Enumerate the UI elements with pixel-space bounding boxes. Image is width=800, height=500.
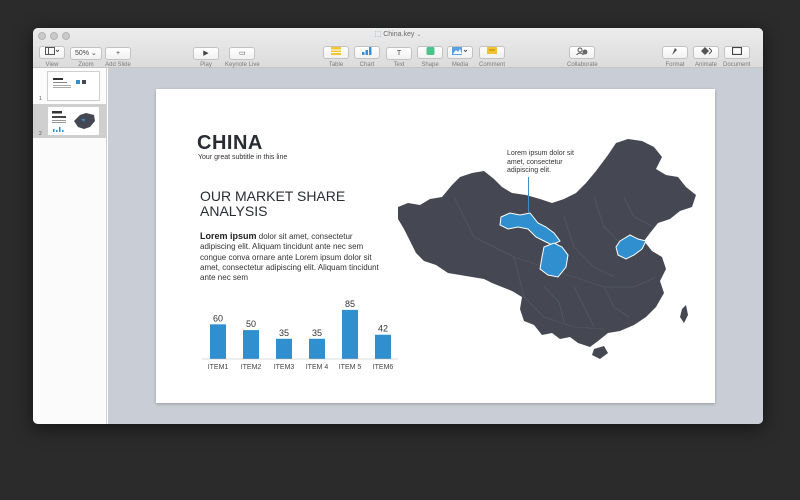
category-label: ITEM2	[241, 364, 262, 371]
bar-6[interactable]	[375, 334, 391, 359]
bar-value-label: 85	[345, 299, 355, 309]
category-label: ITEM6	[373, 364, 394, 371]
shape-icon	[426, 47, 434, 55]
media-icon	[452, 47, 468, 55]
chevron-down-icon[interactable]: ⌄	[416, 32, 421, 38]
slide-thumbnail-1[interactable]: 1	[33, 69, 107, 103]
zoom-control[interactable]: 50% ⌄ Zoom	[70, 42, 102, 68]
keynote-live-button[interactable]: ▭ Keynote Live	[225, 42, 260, 68]
bar-value-label: 35	[279, 328, 289, 338]
bar-4[interactable]	[309, 338, 325, 359]
slide-thumbnail-2[interactable]: 2	[33, 104, 107, 138]
document-icon	[731, 46, 742, 56]
document-button[interactable]: Document	[723, 42, 750, 68]
category-label: ITEM 4	[306, 364, 329, 371]
slide[interactable]: CHINA Your great subtitle in this line O…	[156, 89, 715, 403]
slide-subtitle[interactable]: Your great subtitle in this line	[198, 154, 287, 161]
add-slide-button[interactable]: + Add Slide	[105, 42, 131, 68]
comment-icon	[487, 47, 497, 54]
media-button[interactable]: Media	[447, 42, 473, 68]
bar-5[interactable]	[342, 309, 358, 359]
hainan-island[interactable]	[592, 346, 608, 359]
animate-icon	[701, 47, 713, 55]
collaborate-icon	[576, 47, 588, 56]
bar-3[interactable]	[276, 338, 292, 359]
category-label: ITEM 5	[339, 364, 362, 371]
slide-title[interactable]: CHINA	[197, 132, 263, 155]
slide-canvas[interactable]: CHINA Your great subtitle in this line O…	[108, 68, 763, 424]
text-icon[interactable]: T	[386, 47, 412, 60]
table-button[interactable]: Table	[323, 42, 349, 68]
paintbrush-icon	[672, 48, 677, 55]
play-button[interactable]: ▶ Play	[193, 42, 219, 68]
play-icon[interactable]: ▶	[193, 47, 219, 60]
section-heading[interactable]: OUR MARKET SHARE ANALYSIS	[200, 189, 400, 219]
text-button[interactable]: T Text	[386, 42, 412, 68]
view-button[interactable]: View	[39, 42, 65, 68]
bar-1[interactable]	[210, 324, 226, 359]
callout-connector-line	[528, 177, 529, 213]
slide-thumbnail-image	[47, 71, 100, 101]
animate-button[interactable]: Animate	[693, 42, 719, 68]
bar-2[interactable]	[243, 330, 259, 359]
slide-thumbnail-image	[47, 106, 100, 136]
window-title: ⬚ China.key ⌄	[374, 31, 422, 38]
chart-icon	[362, 47, 372, 55]
collaborate-button[interactable]: Collaborate	[567, 42, 598, 68]
keynote-window: ⬚ China.key ⌄ View 50% ⌄ Zoom + Add Slide …	[33, 28, 763, 424]
body-lead: Lorem ipsum	[200, 231, 257, 241]
bar-value-label: 60	[213, 313, 223, 323]
keynote-doc-icon: ⬚	[374, 31, 382, 38]
table-icon	[331, 47, 341, 55]
category-label: ITEM3	[274, 364, 295, 371]
slide-navigator: 1 2	[33, 68, 107, 424]
sidebar-view-icon	[45, 47, 60, 55]
bar-value-label: 42	[378, 324, 388, 334]
plus-icon[interactable]: +	[105, 47, 131, 60]
toolbar: ⬚ China.key ⌄ View 50% ⌄ Zoom + Add Slide …	[33, 28, 763, 68]
shape-button[interactable]: Shape	[417, 42, 443, 68]
chart-button[interactable]: Chart	[354, 42, 380, 68]
format-button[interactable]: Format	[662, 42, 688, 68]
bar-value-label: 50	[246, 319, 256, 329]
bar-value-label: 35	[312, 328, 322, 338]
chevron-down-icon: ⌄	[90, 50, 97, 57]
keynote-live-icon[interactable]: ▭	[229, 47, 256, 60]
bar-chart[interactable]: 60 ITEM1 50 ITEM2 35 ITEM3 35 ITEM 4 85 ITEM 5 42 I…	[202, 299, 402, 379]
thumbnail-preview	[53, 78, 86, 88]
thumbnail-preview	[52, 111, 95, 132]
category-label: ITEM1	[208, 364, 229, 371]
body-text[interactable]: Lorem ipsum dolor sit amet, consectetur …	[200, 231, 380, 283]
map-callout-text[interactable]: Lorem ipsum dolor sit amet, consectetur …	[507, 150, 591, 176]
taiwan-island[interactable]	[680, 305, 688, 323]
comment-button[interactable]: Comment	[479, 42, 505, 68]
